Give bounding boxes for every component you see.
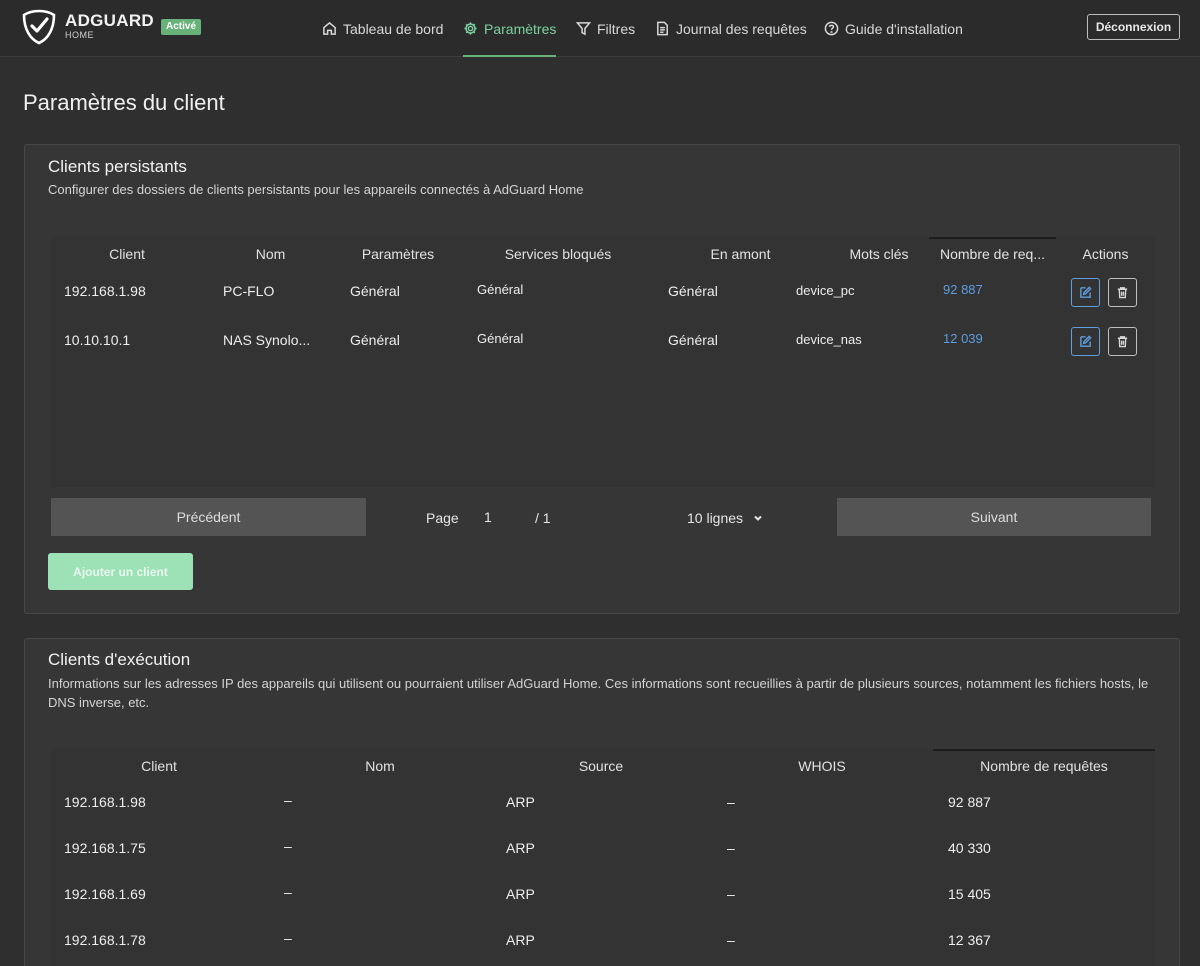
row-client: 192.168.1.75 xyxy=(64,840,146,856)
col-blocked-services[interactable]: Services bloqués xyxy=(458,246,658,262)
row-blocked-services: Général xyxy=(477,282,524,297)
row-requests: 40 330 xyxy=(948,840,991,856)
col-name[interactable]: Nom xyxy=(267,758,493,774)
col-settings[interactable]: Paramètres xyxy=(338,246,458,262)
nav-setup-guide-label: Guide d'installation xyxy=(845,20,963,37)
edit-button[interactable] xyxy=(1071,327,1100,356)
row-upstream: Général xyxy=(668,332,718,348)
row-requests: 92 887 xyxy=(948,794,991,810)
row-blocked-services: Général xyxy=(477,331,524,346)
nav-dashboard-label: Tableau de bord xyxy=(343,20,444,37)
col-requests[interactable]: Nombre de requêtes xyxy=(933,758,1155,774)
row-name: – xyxy=(284,930,292,946)
brand-subtitle: HOME xyxy=(65,30,94,40)
row-whois: – xyxy=(727,932,735,948)
edit-icon xyxy=(1080,335,1092,347)
persistent-clients-table: Client Nom Paramètres Services bloqués E… xyxy=(51,237,1155,487)
row-requests-link[interactable]: 12 039 xyxy=(943,331,983,346)
nav-settings[interactable]: Paramètres xyxy=(463,0,557,57)
row-settings: Général xyxy=(350,332,400,348)
nav-filters[interactable]: Filtres xyxy=(576,0,635,57)
persistent-clients-card: Clients persistants Configurer des dossi… xyxy=(24,144,1180,614)
row-whois: – xyxy=(727,794,735,810)
row-name: – xyxy=(284,884,292,900)
next-button[interactable]: Suivant xyxy=(837,498,1151,536)
gear-icon xyxy=(464,22,477,35)
col-name[interactable]: Nom xyxy=(203,246,338,262)
runtime-clients-description: Informations sur les adresses IP des app… xyxy=(48,676,1149,710)
nav-setup-guide[interactable]: Guide d'installation xyxy=(824,0,963,57)
chevron-down-icon xyxy=(754,515,762,521)
row-tags: device_nas xyxy=(796,332,862,347)
add-client-button[interactable]: Ajouter un client xyxy=(48,553,193,590)
row-name: PC-FLO xyxy=(223,283,275,299)
trash-icon xyxy=(1117,287,1128,299)
page-label: Page xyxy=(426,510,459,526)
delete-button[interactable] xyxy=(1108,327,1137,356)
edit-button[interactable] xyxy=(1071,278,1100,307)
row-client: 192.168.1.78 xyxy=(64,932,146,948)
help-icon xyxy=(824,21,839,36)
row-requests: 15 405 xyxy=(948,886,991,902)
row-client: 10.10.10.1 xyxy=(64,332,131,348)
row-requests: 12 367 xyxy=(948,932,991,948)
col-upstream[interactable]: En amont xyxy=(658,246,823,262)
row-upstream: Général xyxy=(668,283,718,299)
runtime-clients-table: Client Nom Source WHOIS Nombre de requêt… xyxy=(51,749,1155,966)
nav-query-log-label: Journal des requêtes xyxy=(676,20,807,37)
col-client[interactable]: Client xyxy=(51,758,267,774)
row-client: 192.168.1.69 xyxy=(64,886,146,902)
nav-filters-label: Filtres xyxy=(597,20,636,37)
col-tags[interactable]: Mots clés xyxy=(823,246,935,262)
page-number-input[interactable] xyxy=(484,505,524,529)
brand-name: ADGUARD xyxy=(65,11,154,30)
filter-icon xyxy=(576,22,591,36)
rows-per-page-select[interactable]: 10 lignes xyxy=(687,510,763,526)
col-source[interactable]: Source xyxy=(493,758,709,774)
sort-indicator xyxy=(929,237,1056,239)
row-client: 192.168.1.98 xyxy=(64,283,146,299)
col-whois[interactable]: WHOIS xyxy=(709,758,935,774)
nav-query-log[interactable]: Journal des requêtes xyxy=(655,0,807,57)
rows-per-page-value: 10 lignes xyxy=(687,510,744,526)
row-whois: – xyxy=(727,886,735,902)
persistent-clients-description: Configurer des dossiers de clients persi… xyxy=(48,182,584,197)
row-client: 192.168.1.98 xyxy=(64,794,146,810)
page-title: Paramètres du client xyxy=(23,90,225,115)
col-requests[interactable]: Nombre de req... xyxy=(929,246,1056,262)
delete-button[interactable] xyxy=(1108,278,1137,307)
row-tags: device_pc xyxy=(796,283,855,298)
row-source: ARP xyxy=(506,886,535,902)
row-source: ARP xyxy=(506,840,535,856)
nav-settings-label: Paramètres xyxy=(484,20,557,37)
top-header: ADGUARD HOME Activé Tableau de bord Para… xyxy=(0,0,1200,57)
row-name: – xyxy=(284,838,292,854)
row-name: – xyxy=(284,792,292,808)
runtime-clients-title: Clients d'exécution xyxy=(48,650,191,669)
trash-icon xyxy=(1117,336,1128,348)
persistent-clients-title: Clients persistants xyxy=(48,157,187,176)
col-actions: Actions xyxy=(1082,246,1129,262)
logout-button[interactable]: Déconnexion xyxy=(1087,14,1180,40)
page-total: / 1 xyxy=(535,510,551,526)
brand: ADGUARD HOME xyxy=(65,12,154,40)
document-icon xyxy=(657,21,668,36)
status-badge: Activé xyxy=(161,19,202,35)
nav-dashboard[interactable]: Tableau de bord xyxy=(322,0,443,57)
home-icon xyxy=(323,21,336,35)
adguard-shield-logo[interactable] xyxy=(22,9,56,45)
row-requests-link[interactable]: 92 887 xyxy=(943,282,983,297)
row-source: ARP xyxy=(506,794,535,810)
row-name: NAS Synolo... xyxy=(223,332,311,348)
col-client[interactable]: Client xyxy=(51,246,203,262)
previous-button[interactable]: Précédent xyxy=(51,498,366,536)
runtime-clients-card: Clients d'exécution Informations sur les… xyxy=(24,638,1180,966)
edit-icon xyxy=(1080,286,1092,298)
row-whois: – xyxy=(727,840,735,856)
row-settings: Général xyxy=(350,283,400,299)
sort-indicator xyxy=(933,749,1155,751)
row-source: ARP xyxy=(506,932,535,948)
